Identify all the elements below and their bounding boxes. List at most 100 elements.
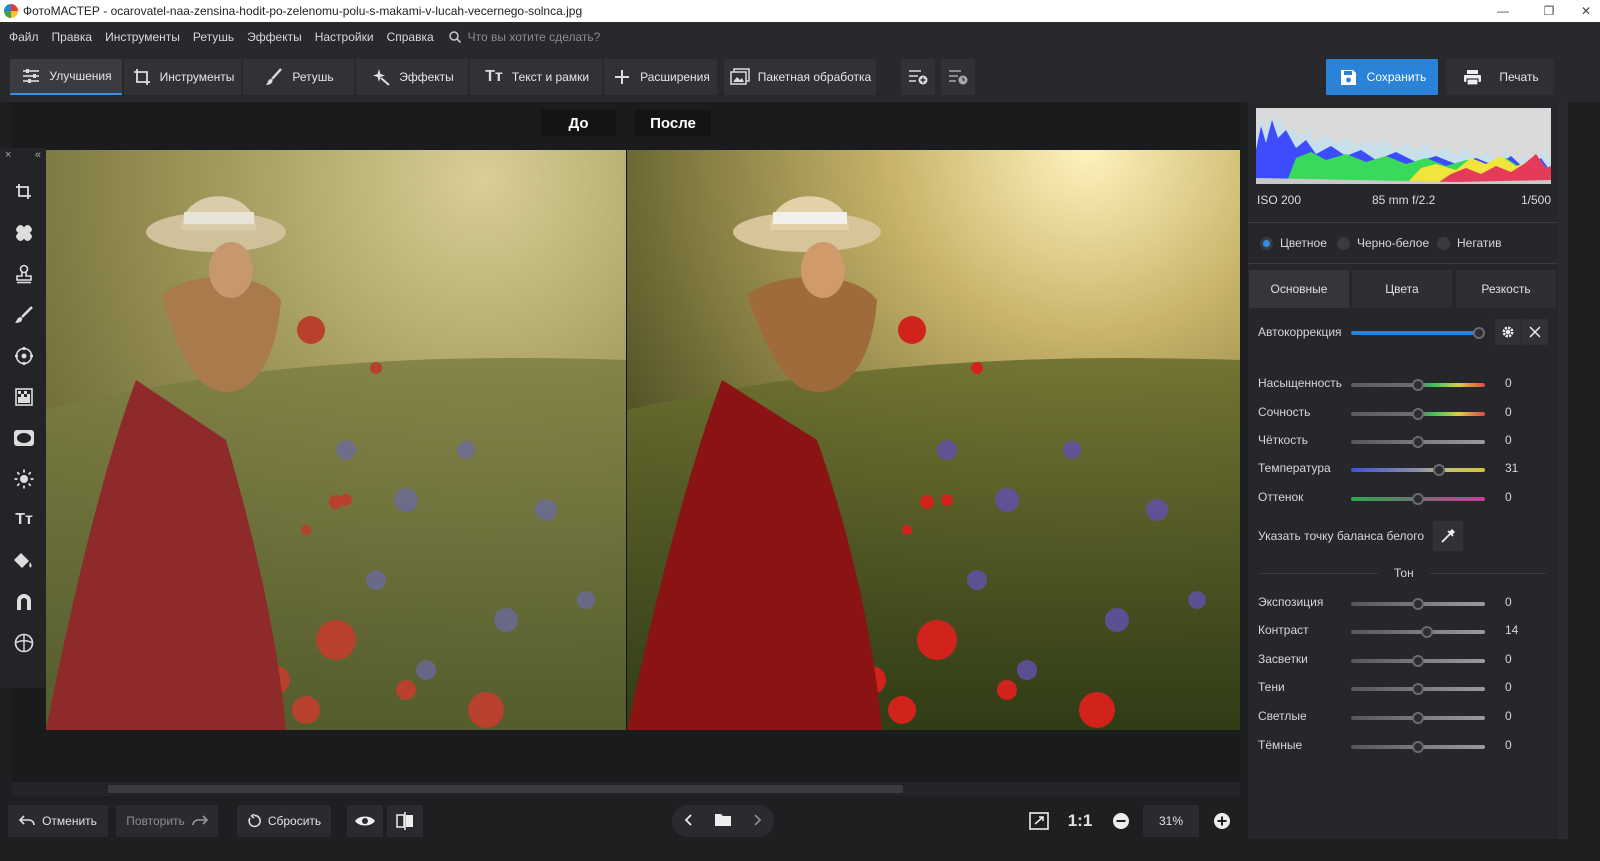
white-balance-picker-button[interactable] bbox=[1433, 521, 1463, 551]
menu-retouch[interactable]: Ретушь bbox=[193, 30, 234, 44]
radio-indicator bbox=[1337, 236, 1350, 250]
floppy-disk-icon bbox=[1338, 68, 1360, 86]
brush-tool[interactable] bbox=[10, 301, 38, 329]
paint-bucket-icon bbox=[14, 553, 32, 568]
tab-sharpness[interactable]: Резкость bbox=[1456, 270, 1556, 308]
slider-knob[interactable] bbox=[1412, 683, 1424, 695]
zoom-1-1-button[interactable]: 1:1 bbox=[1062, 805, 1098, 837]
add-preset-button[interactable] bbox=[901, 59, 935, 95]
undo-button[interactable]: Отменить bbox=[8, 805, 108, 837]
search-icon bbox=[448, 31, 461, 43]
title-bar: ФотоМАСТЕР - ocarovatel-naa-zensina-hodi… bbox=[0, 0, 1600, 22]
radial-filter-tool[interactable] bbox=[10, 342, 38, 370]
autocorrection-cancel-button[interactable] bbox=[1522, 319, 1548, 345]
rotate-crop-icon bbox=[16, 184, 31, 199]
next-file-icon[interactable] bbox=[754, 813, 762, 829]
mode-negative-radio[interactable]: Негатив bbox=[1437, 236, 1501, 250]
compare-mode-button[interactable] bbox=[387, 805, 423, 837]
menu-edit[interactable]: Правка bbox=[52, 30, 93, 44]
slider-knob[interactable] bbox=[1412, 655, 1424, 667]
slider-knob[interactable] bbox=[1412, 598, 1424, 610]
autocorrection-slider-knob[interactable] bbox=[1473, 327, 1485, 339]
autocorrection-settings-button[interactable] bbox=[1495, 319, 1521, 345]
tab-label: Расширения bbox=[640, 70, 710, 84]
slider-knob[interactable] bbox=[1412, 712, 1424, 724]
radial-filter-icon bbox=[14, 346, 34, 366]
stamp-tool[interactable] bbox=[10, 260, 38, 288]
eyedropper-icon bbox=[1441, 529, 1455, 543]
before-label[interactable]: До bbox=[541, 110, 616, 136]
undo-icon bbox=[19, 815, 35, 827]
zoom-value[interactable]: 31% bbox=[1143, 805, 1199, 837]
tab-text-frames[interactable]: Tт Текст и рамки bbox=[470, 59, 602, 95]
bandage-icon bbox=[16, 225, 32, 241]
slider-knob[interactable] bbox=[1412, 493, 1424, 505]
preview-toggle-button[interactable] bbox=[347, 805, 383, 837]
slider-knob[interactable] bbox=[1432, 464, 1445, 476]
redo-button[interactable]: Повторить bbox=[116, 805, 218, 837]
slider-value: 0 bbox=[1505, 738, 1512, 752]
fit-to-screen-button[interactable] bbox=[1022, 805, 1056, 837]
curves-tool[interactable] bbox=[10, 588, 38, 616]
mode-bw-radio[interactable]: Черно-белое bbox=[1337, 236, 1429, 250]
slider-knob[interactable] bbox=[1412, 408, 1424, 420]
close-button[interactable]: ✕ bbox=[1572, 0, 1600, 22]
after-label[interactable]: После bbox=[635, 110, 711, 136]
fit-screen-icon bbox=[1029, 812, 1049, 830]
text-tool[interactable]: Tт bbox=[10, 506, 38, 534]
reset-button[interactable]: Сбросить bbox=[237, 805, 331, 837]
tab-colors[interactable]: Цвета bbox=[1352, 270, 1452, 308]
command-search[interactable]: Что вы хотите сделать? bbox=[448, 30, 600, 44]
horizontal-scrollbar[interactable] bbox=[12, 782, 1240, 796]
panel-scrollbar[interactable] bbox=[1558, 102, 1568, 839]
print-button[interactable]: Печать bbox=[1446, 59, 1554, 95]
scrollbar-thumb[interactable] bbox=[108, 785, 903, 793]
fill-tool[interactable] bbox=[10, 547, 38, 575]
zoom-out-button[interactable] bbox=[1106, 805, 1136, 837]
close-panel-icon[interactable]: × bbox=[5, 148, 11, 162]
menu-help[interactable]: Справка bbox=[387, 30, 434, 44]
autocorrection-label: Автокоррекция bbox=[1258, 325, 1342, 339]
menu-file[interactable]: Файл bbox=[9, 30, 39, 44]
zoom-in-button[interactable] bbox=[1207, 805, 1237, 837]
mode-color-radio[interactable]: Цветное bbox=[1260, 236, 1327, 250]
previous-file-icon[interactable] bbox=[684, 813, 692, 829]
tab-basic[interactable]: Основные bbox=[1249, 270, 1349, 308]
minus-circle-icon bbox=[1113, 813, 1129, 829]
autocorrection-slider[interactable] bbox=[1351, 331, 1479, 335]
geometry-tool[interactable] bbox=[10, 629, 38, 657]
slider-knob[interactable] bbox=[1412, 741, 1424, 753]
crop-icon bbox=[131, 68, 153, 86]
history-presets-button[interactable] bbox=[941, 59, 975, 95]
tab-enhancements[interactable]: Улучшения bbox=[10, 59, 122, 95]
tab-tools[interactable]: Инструменты bbox=[124, 59, 241, 95]
slider-track[interactable] bbox=[1351, 468, 1485, 472]
vignette-tool[interactable] bbox=[10, 424, 38, 452]
slider-value: 14 bbox=[1505, 623, 1519, 637]
healing-tool[interactable] bbox=[10, 219, 38, 247]
before-photo[interactable] bbox=[46, 150, 626, 730]
tab-effects[interactable]: Эффекты bbox=[356, 59, 468, 95]
menu-bar: Файл Правка Инструменты Ретушь Эффекты Н… bbox=[0, 22, 1600, 52]
maximize-button[interactable]: ❐ bbox=[1526, 0, 1572, 22]
collapse-panel-icon[interactable]: « bbox=[35, 148, 41, 162]
gradient-filter-tool[interactable] bbox=[10, 383, 38, 411]
rotate-crop-tool[interactable] bbox=[10, 178, 38, 206]
tab-retouch[interactable]: Ретушь bbox=[243, 59, 354, 95]
slider-knob[interactable] bbox=[1412, 379, 1424, 391]
menu-settings[interactable]: Настройки bbox=[315, 30, 374, 44]
reset-icon bbox=[247, 814, 261, 828]
menu-effects[interactable]: Эффекты bbox=[247, 30, 302, 44]
save-button[interactable]: Сохранить bbox=[1326, 59, 1438, 95]
tab-batch-processing[interactable]: Пакетная обработка bbox=[724, 59, 876, 95]
after-photo[interactable] bbox=[627, 150, 1240, 730]
compare-divider[interactable] bbox=[626, 150, 627, 730]
menu-tools[interactable]: Инструменты bbox=[105, 30, 180, 44]
minimize-button[interactable]: — bbox=[1480, 0, 1526, 22]
slider-track[interactable] bbox=[1351, 630, 1485, 634]
folder-icon[interactable] bbox=[714, 813, 732, 830]
light-tool[interactable] bbox=[10, 465, 38, 493]
tone-divider-right bbox=[1430, 573, 1546, 574]
tab-extensions[interactable]: Расширения bbox=[604, 59, 717, 95]
slider-knob[interactable] bbox=[1412, 436, 1424, 448]
